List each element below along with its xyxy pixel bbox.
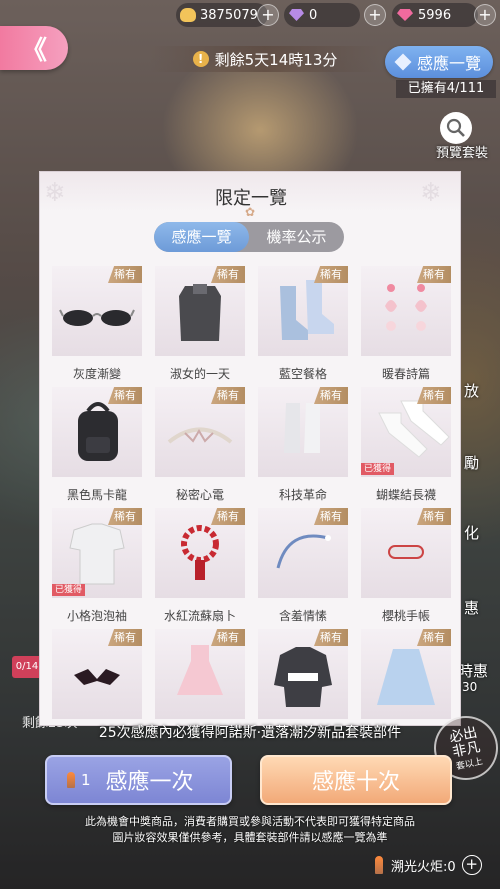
- item-name: 暖春詩篇: [381, 367, 430, 381]
- item-name: 科技革命: [278, 488, 327, 502]
- alert-icon: !: [192, 51, 209, 67]
- torch-icon: [375, 856, 383, 874]
- pink-diamond-counter: 5996: [392, 3, 478, 27]
- item-card[interactable]: 稀有: [361, 629, 451, 725]
- flower-ornament-icon: ✿: [245, 205, 256, 219]
- torch-counter: 溯光火炬:0 +: [375, 852, 495, 878]
- torch-amount: 溯光火炬:0: [391, 859, 456, 875]
- pull-once-label: 感應一次: [105, 770, 194, 795]
- item-name: 含羞情愫: [278, 609, 327, 623]
- torch-icon: [67, 772, 75, 788]
- tab-overview[interactable]: 感應一覽: [154, 222, 249, 252]
- item-name: 淑女的一天: [169, 367, 230, 381]
- item-card[interactable]: 稀有 秘密心電: [155, 387, 245, 503]
- item-thumbnail[interactable]: 稀有: [155, 266, 245, 356]
- side-menu-transform[interactable]: 化: [464, 522, 479, 543]
- item-thumbnail[interactable]: 稀有 已獲得: [52, 508, 142, 598]
- item-name: 水紅流蘇扇卜: [163, 609, 236, 623]
- add-purple-diamond-button[interactable]: +: [364, 4, 386, 26]
- item-thumbnail[interactable]: 稀有: [258, 508, 348, 598]
- item-card[interactable]: 稀有 灰度漸變: [52, 266, 142, 382]
- pink-diamond-amount: 5996: [418, 7, 452, 23]
- side-menu-release[interactable]: 放: [464, 380, 479, 401]
- side-menu-timed-discount[interactable]: 時惠: [458, 660, 488, 681]
- pull-ten-button[interactable]: 感應十次: [260, 755, 452, 805]
- gold-coin-icon: [180, 8, 196, 22]
- side-menu-reward[interactable]: 勵: [464, 452, 479, 473]
- item-thumbnail[interactable]: 稀有: [258, 266, 348, 356]
- guarantee-text: 25次感應內必獲得阿諾斯·遺落潮汐新品套裝部件: [98, 725, 402, 741]
- preview-suit-label: 預覽套裝: [435, 146, 488, 161]
- item-card[interactable]: 稀有: [52, 629, 142, 725]
- item-name: 秘密心電: [175, 488, 224, 502]
- gold-amount: 3875079: [200, 7, 258, 23]
- item-name: 小格泡泡袖: [66, 609, 127, 623]
- item-name: 黑色馬卡龍: [66, 488, 127, 502]
- item-card[interactable]: 稀有 黑色馬卡龍: [52, 387, 142, 503]
- purple-diamond-icon: [289, 9, 304, 21]
- item-thumbnail[interactable]: 稀有: [258, 387, 348, 477]
- item-card[interactable]: 稀有: [258, 629, 348, 725]
- pull-ten-label: 感應十次: [311, 770, 400, 795]
- limited-items-modal: ❄ ❄ 限定一覽 ✿ 感應一覽 機率公示 稀有 灰度漸變 稀有 淑女的一天 稀有 藍空餐格…: [39, 171, 461, 726]
- inventory-overview-button[interactable]: 感應一覽: [385, 46, 493, 78]
- item-thumbnail[interactable]: 稀有: [155, 387, 245, 477]
- purple-diamond-counter: 0: [284, 3, 360, 27]
- item-thumbnail[interactable]: 稀有: [52, 266, 142, 356]
- item-thumbnail[interactable]: 稀有: [361, 266, 451, 356]
- item-card[interactable]: 稀有 水紅流蘇扇卜: [155, 508, 245, 624]
- back-arrow-icon: 《: [20, 35, 47, 66]
- item-thumbnail[interactable]: 稀有: [155, 629, 245, 719]
- obtained-badge: 已獲得: [361, 463, 395, 475]
- side-menu-count: 30: [462, 680, 478, 694]
- owned-count: 已擁有4/111: [396, 80, 496, 98]
- gold-counter: 3875079: [176, 3, 268, 27]
- item-card[interactable]: 稀有 藍空餐格: [258, 266, 348, 382]
- event-timer: ! 剩餘5天14時13分: [150, 46, 380, 72]
- disclaimer-line-1: 此為機會中獎商品，消費者購買或參與活動不代表即可獲得特定商品: [85, 815, 415, 828]
- magnifier-icon: [446, 118, 465, 137]
- item-card[interactable]: 稀有 已獲得小格泡泡袖: [52, 508, 142, 624]
- back-button[interactable]: 《: [0, 26, 68, 70]
- pull-once-cost-value: 1: [81, 771, 91, 789]
- item-card[interactable]: 稀有 淑女的一天: [155, 266, 245, 382]
- item-thumbnail[interactable]: 稀有: [258, 629, 348, 719]
- item-card[interactable]: 稀有 科技革命: [258, 387, 348, 503]
- timer-text: 剩餘5天14時13分: [214, 50, 338, 69]
- left-progress-badge: 0/14: [12, 656, 42, 678]
- item-name: 灰度漸變: [72, 367, 121, 381]
- item-thumbnail[interactable]: 稀有: [155, 508, 245, 598]
- add-gold-button[interactable]: +: [257, 4, 279, 26]
- tab-probability[interactable]: 機率公示: [249, 222, 344, 252]
- side-menu-discount[interactable]: 惠: [464, 597, 479, 618]
- add-torch-button[interactable]: +: [461, 855, 482, 875]
- item-name: 蝴蝶結長襪: [375, 488, 436, 502]
- disclaimer-line-2: 圖片妝容效果僅供參考，具體套裝部件請以感應一覽為準: [112, 831, 388, 844]
- item-thumbnail[interactable]: 稀有: [52, 629, 142, 719]
- obtained-badge: 已獲得: [52, 584, 86, 596]
- item-thumbnail[interactable]: 稀有: [52, 387, 142, 477]
- add-pink-diamond-button[interactable]: +: [474, 4, 496, 26]
- pull-once-cost: 1: [67, 771, 91, 789]
- preview-suit-button[interactable]: [440, 112, 472, 144]
- inventory-button-label: 感應一覽: [416, 54, 481, 73]
- item-thumbnail[interactable]: 稀有: [361, 629, 451, 719]
- item-card[interactable]: 稀有 已獲得蝴蝶結長襪: [361, 387, 451, 503]
- item-card[interactable]: 稀有 含羞情愫: [258, 508, 348, 624]
- item-name: 藍空餐格: [278, 367, 327, 381]
- item-thumbnail[interactable]: 稀有: [361, 508, 451, 598]
- pink-diamond-icon: [397, 9, 413, 21]
- item-card[interactable]: 稀有 暖春詩篇: [361, 266, 451, 382]
- modal-tabs: 感應一覽 機率公示: [154, 222, 344, 252]
- item-thumbnail[interactable]: 稀有 已獲得: [361, 387, 451, 477]
- item-card[interactable]: 稀有: [155, 629, 245, 725]
- pull-once-button[interactable]: 1 感應一次: [45, 755, 232, 805]
- purple-diamond-amount: 0: [309, 7, 318, 23]
- diamond-icon: [394, 53, 412, 71]
- item-name: 櫻桃手帳: [381, 609, 430, 623]
- item-card[interactable]: 稀有 櫻桃手帳: [361, 508, 451, 624]
